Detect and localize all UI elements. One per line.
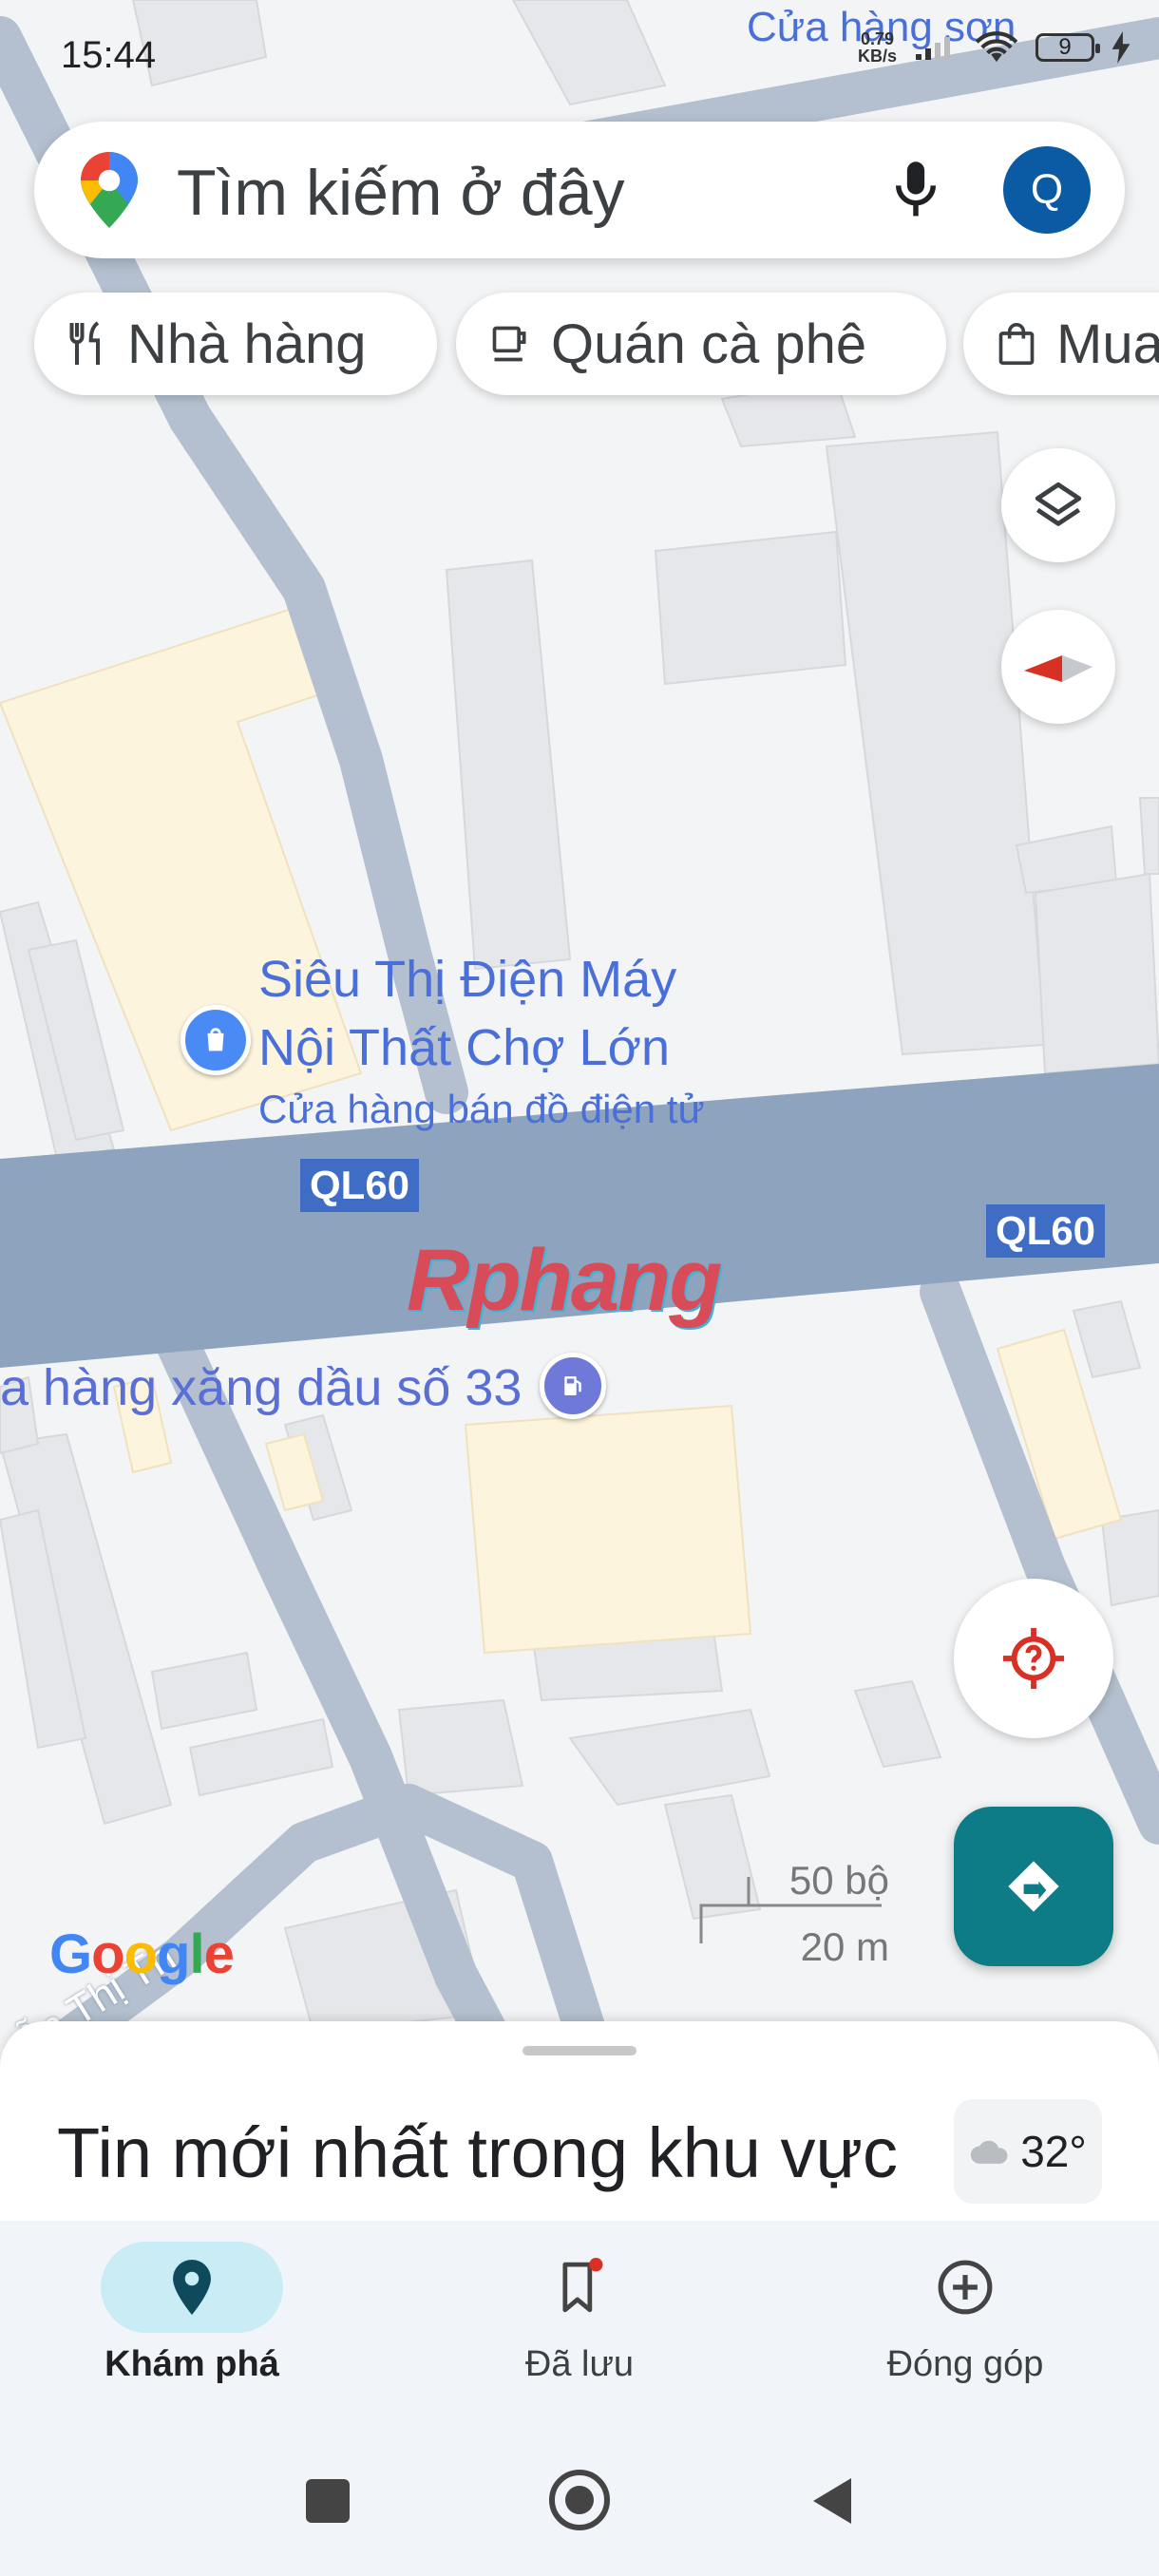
status-time: 15:44 <box>61 34 157 76</box>
route-shield-ql60-left: QL60 <box>300 1159 420 1212</box>
my-location-button[interactable] <box>954 1579 1113 1738</box>
microphone-icon[interactable] <box>889 160 942 220</box>
nav-contribute[interactable]: Đóng góp <box>823 2221 1108 2439</box>
compass-button[interactable] <box>1001 610 1115 724</box>
sheet-drag-handle[interactable] <box>522 2046 636 2055</box>
weather-chip[interactable]: 32° <box>954 2099 1102 2204</box>
recent-apps-icon[interactable] <box>306 2479 350 2523</box>
avatar[interactable]: Q <box>1003 146 1091 234</box>
gas-station-label[interactable]: a hàng xăng dầu số 33 <box>0 1358 522 1417</box>
signal-icon <box>916 37 950 60</box>
net-speed-value: 0.79 <box>860 29 895 48</box>
poi-name-line1[interactable]: Siêu Thị Điện Máy <box>258 950 676 1009</box>
home-icon[interactable] <box>549 2470 610 2530</box>
system-navigation <box>0 2439 1159 2576</box>
gas-station-pin-icon[interactable] <box>540 1353 606 1419</box>
nav-explore-indicator <box>101 2242 283 2333</box>
nav-saved-indicator <box>488 2242 671 2333</box>
bottom-navigation: Khám phá Đã lưu Đóng góp <box>0 2221 1159 2439</box>
scale-imperial: 50 bộ <box>788 1858 889 1903</box>
chip-label: Quán cà phê <box>551 313 867 375</box>
nav-contribute-indicator <box>874 2242 1056 2333</box>
layers-icon <box>1035 482 1082 526</box>
shopping-poi-pin-icon[interactable] <box>180 1005 251 1075</box>
directions-icon <box>1008 1861 1059 1912</box>
wifi-icon <box>975 31 1018 63</box>
cloud-icon <box>971 2140 1008 2164</box>
restaurant-icon <box>69 321 101 365</box>
weather-temp: 32° <box>1020 2127 1087 2176</box>
status-bar: 15:44 0.79 KB/s 9 <box>0 0 1159 114</box>
directions-button[interactable] <box>954 1807 1113 1966</box>
avatar-letter: Q <box>1030 166 1064 213</box>
google-maps-pin-icon <box>81 152 138 228</box>
nav-label: Khám phá <box>104 2344 279 2384</box>
add-circle-icon <box>938 2260 993 2315</box>
battery-level: 9 <box>1058 34 1072 60</box>
bottom-sheet[interactable]: Tin mới nhất trong khu vực 32° <box>0 2021 1159 2221</box>
chip-label: Nhà hàng <box>127 313 367 375</box>
search-input[interactable]: Tìm kiếm ở đây <box>177 156 625 230</box>
bookmark-icon <box>562 2258 603 2313</box>
status-icons: 0.79 KB/s 9 <box>858 30 1130 65</box>
map-scale: 50 bộ 20 m <box>699 1858 889 1969</box>
explore-pin-icon <box>173 2260 211 2315</box>
layers-button[interactable] <box>1001 448 1115 562</box>
search-bar[interactable]: Tìm kiếm ở đây Q <box>34 122 1125 258</box>
net-speed-unit: KB/s <box>857 47 897 66</box>
chip-shopping[interactable]: Mua <box>963 293 1159 395</box>
route-shield-ql60-right: QL60 <box>986 1204 1106 1258</box>
google-logo: Google <box>49 1923 235 1985</box>
chip-restaurants[interactable]: Nhà hàng <box>34 293 437 395</box>
charging-icon <box>1112 31 1130 64</box>
watermark-logo: Rphang <box>407 1232 722 1329</box>
battery-icon: 9 <box>1036 33 1100 62</box>
sheet-title: Tin mới nhất trong khu vực <box>57 2113 899 2192</box>
nav-explore[interactable]: Khám phá <box>49 2221 334 2439</box>
chip-cafes[interactable]: Quán cà phê <box>456 293 946 395</box>
coffee-icon <box>492 326 526 362</box>
poi-category: Cửa hàng bán đồ điện tử <box>258 1087 705 1131</box>
poi-name-line2[interactable]: Nội Thất Chợ Lớn <box>258 1018 670 1077</box>
scale-metric: 20 m <box>800 1924 889 1969</box>
nav-label: Đóng góp <box>886 2344 1044 2384</box>
nav-label: Đã lưu <box>524 2344 635 2384</box>
my-location-icon <box>1002 1627 1065 1690</box>
shopping-bag-icon <box>998 323 1035 366</box>
nav-saved[interactable]: Đã lưu <box>437 2221 722 2439</box>
chip-label: Mua <box>1056 313 1159 375</box>
back-icon[interactable] <box>809 2473 855 2529</box>
compass-icon <box>1024 655 1092 682</box>
net-speed: 0.79 KB/s <box>858 30 897 65</box>
